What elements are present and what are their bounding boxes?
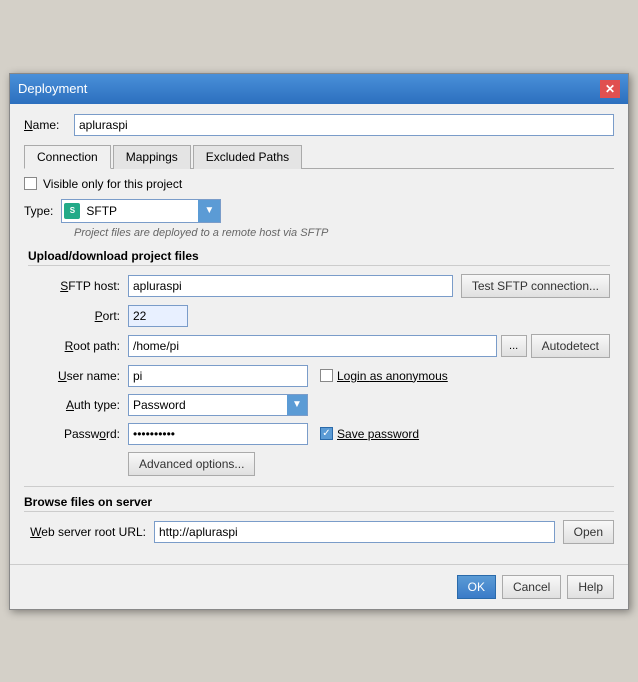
web-url-label: Web server root URL:: [24, 525, 154, 539]
tab-connection[interactable]: Connection: [24, 145, 111, 169]
web-url-input[interactable]: [154, 521, 555, 543]
sftp-host-label: SFTP host:: [28, 279, 128, 293]
type-dropdown-arrow: ▼: [198, 200, 220, 222]
save-password-label: Save password: [320, 427, 419, 441]
login-anonymous-text: Login as anonymous: [337, 369, 448, 383]
username-input[interactable]: [128, 365, 308, 387]
upload-section: Upload/download project files SFTP host:…: [24, 249, 614, 476]
type-value: SFTP: [82, 204, 198, 218]
root-path-browse-button[interactable]: ...: [501, 335, 527, 357]
save-password-checkbox[interactable]: [320, 427, 333, 440]
visible-label: Visible only for this project: [43, 177, 182, 191]
login-anonymous-label: Login as anonymous: [320, 369, 448, 383]
auth-type-label: Auth type:: [28, 398, 128, 412]
dialog-footer: OK Cancel Help: [10, 564, 628, 609]
deployment-dialog: Deployment ✕ Name: Connection Mappings E…: [9, 73, 629, 610]
password-row: Password: Save password: [28, 423, 610, 445]
password-input[interactable]: [128, 423, 308, 445]
port-input[interactable]: [128, 305, 188, 327]
dialog-body: Name: Connection Mappings Excluded Paths…: [10, 104, 628, 560]
cancel-button[interactable]: Cancel: [502, 575, 561, 599]
name-input[interactable]: [74, 114, 614, 136]
auth-type-arrow: ▼: [287, 395, 307, 415]
password-label: Password:: [28, 427, 128, 441]
sftp-host-input[interactable]: [128, 275, 453, 297]
close-button[interactable]: ✕: [600, 80, 620, 98]
upload-section-title: Upload/download project files: [28, 249, 610, 266]
type-row: Type: S SFTP ▼: [24, 199, 614, 223]
port-label: Port:: [28, 309, 128, 323]
type-dropdown[interactable]: S SFTP ▼: [61, 199, 221, 223]
name-row: Name:: [24, 114, 614, 136]
root-path-input[interactable]: [128, 335, 497, 357]
title-bar: Deployment ✕: [10, 74, 628, 104]
username-row: User name: Login as anonymous: [28, 365, 610, 387]
username-label: User name:: [28, 369, 128, 383]
browse-section: Browse files on server Web server root U…: [24, 486, 614, 544]
auth-type-value: Password: [129, 398, 287, 412]
advanced-btn-row: Advanced options...: [128, 452, 610, 476]
save-password-text: Save password: [337, 427, 419, 441]
dialog-title: Deployment: [18, 81, 87, 96]
open-button[interactable]: Open: [563, 520, 614, 544]
visible-checkbox[interactable]: [24, 177, 37, 190]
advanced-options-button[interactable]: Advanced options...: [128, 452, 255, 476]
tab-excluded-paths[interactable]: Excluded Paths: [193, 145, 302, 169]
ok-button[interactable]: OK: [457, 575, 496, 599]
help-button[interactable]: Help: [567, 575, 614, 599]
type-hint: Project files are deployed to a remote h…: [74, 227, 614, 239]
web-url-row: Web server root URL: Open: [24, 520, 614, 544]
browse-section-title: Browse files on server: [24, 495, 614, 512]
port-row: Port:: [28, 305, 610, 327]
tab-mappings[interactable]: Mappings: [113, 145, 191, 169]
sftp-host-row: SFTP host: Test SFTP connection...: [28, 274, 610, 298]
root-path-row: Root path: ... Autodetect: [28, 334, 610, 358]
visible-checkbox-row: Visible only for this project: [24, 177, 614, 191]
auth-type-row: Auth type: Password ▼: [28, 394, 610, 416]
login-anonymous-checkbox[interactable]: [320, 369, 333, 382]
auth-type-dropdown[interactable]: Password ▼: [128, 394, 308, 416]
name-label: Name:: [24, 118, 74, 132]
sftp-icon: S: [64, 203, 80, 219]
autodetect-button[interactable]: Autodetect: [531, 334, 610, 358]
tabs: Connection Mappings Excluded Paths: [24, 144, 614, 169]
type-label: Type:: [24, 204, 53, 218]
root-path-label: Root path:: [28, 339, 128, 353]
test-sftp-button[interactable]: Test SFTP connection...: [461, 274, 610, 298]
